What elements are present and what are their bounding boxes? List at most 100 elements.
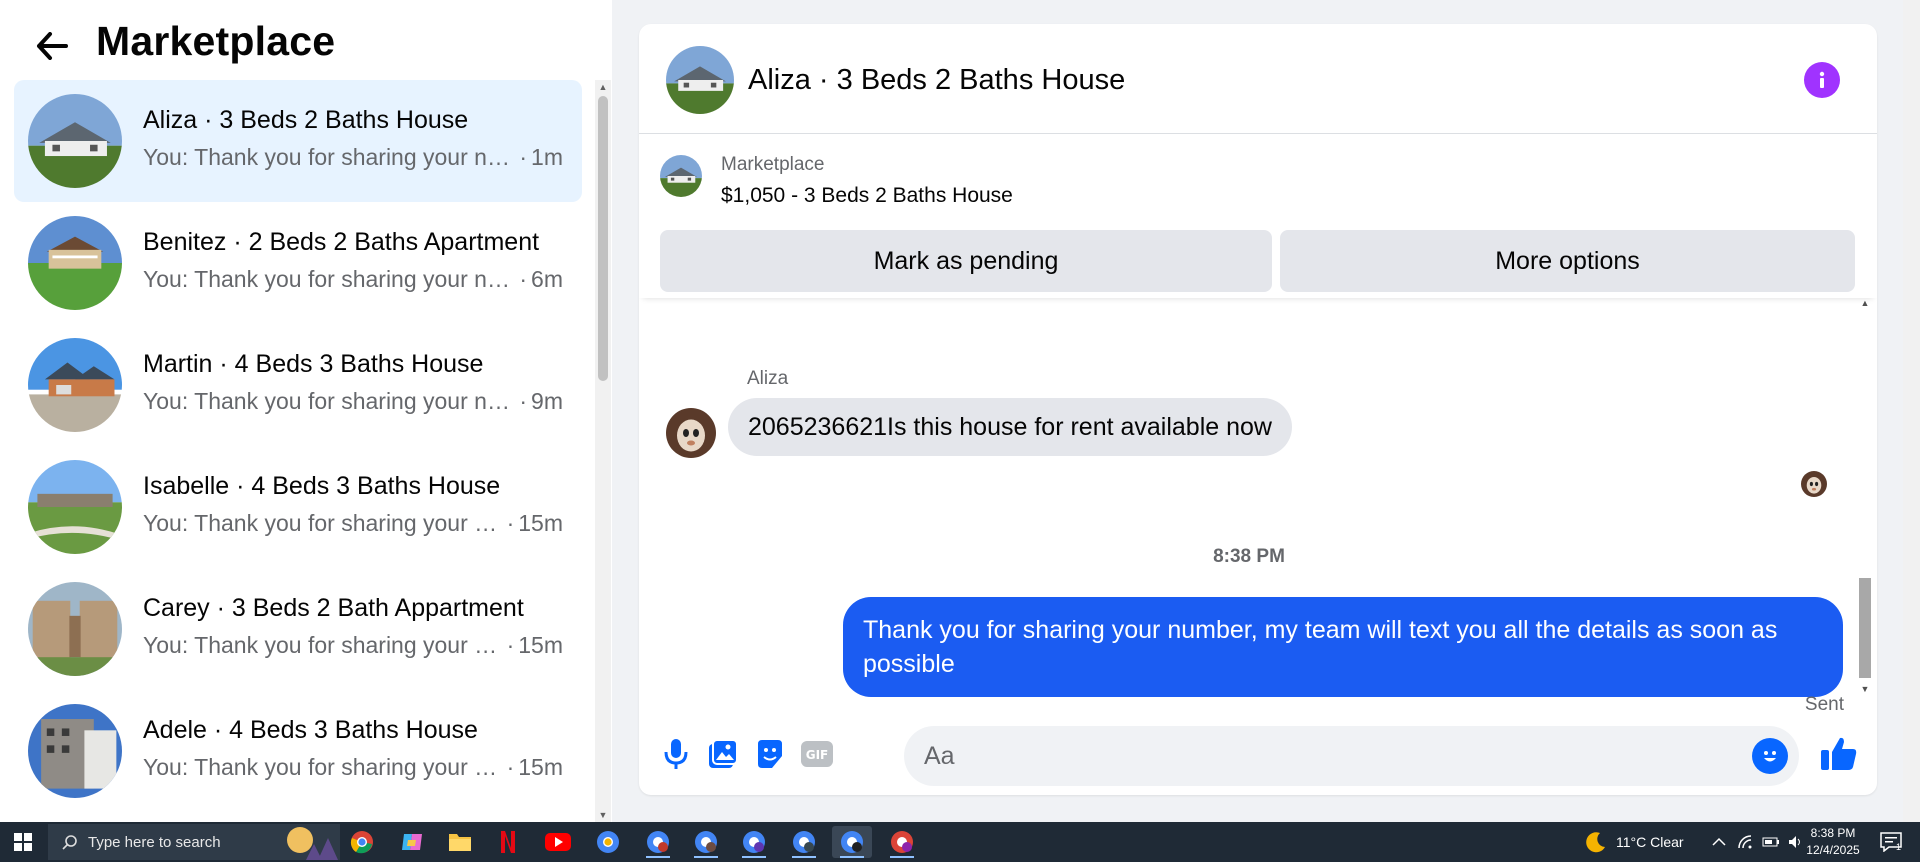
conversation-item[interactable]: Martin · 4 Beds 3 Baths House You: Thank… <box>14 324 582 446</box>
chat-header: Aliza · 3 Beds 2 Baths House <box>639 24 1877 134</box>
search-placeholder: Type here to search <box>88 833 221 851</box>
search-highlight-icon <box>287 827 338 860</box>
conversation-item[interactable]: Carey · 3 Beds 2 Bath Appartment You: Th… <box>14 568 582 690</box>
conversation-preview: You: Thank you for sharing your number, … <box>143 144 563 170</box>
conversation-name: Adele · 4 Beds 3 Baths House <box>143 716 478 744</box>
system-tray[interactable] <box>1712 822 1804 862</box>
incoming-message: 2065236621Is this house for rent availab… <box>728 398 1292 456</box>
sticker-icon[interactable] <box>750 734 790 774</box>
sidebar-scrollbar[interactable]: ▲ ▼ <box>595 80 611 822</box>
file-explorer-icon[interactable] <box>440 826 480 858</box>
conversation-preview: You: Thank you for sharing your number, … <box>143 510 563 536</box>
chrome-profile-icon[interactable] <box>784 826 824 858</box>
conversation-name: Benitez · 2 Beds 2 Baths Apartment <box>143 228 540 256</box>
conversation-time: 9m <box>531 388 563 414</box>
chat-title[interactable]: Aliza · 3 Beds 2 Baths House <box>748 64 1125 97</box>
chrome-profile-icon[interactable] <box>882 826 922 858</box>
conversation-time: 6m <box>531 266 563 292</box>
mark-as-pending-button[interactable]: Mark as pending <box>660 230 1272 292</box>
message-timestamp: 8:38 PM <box>1213 546 1285 567</box>
chat-avatar[interactable] <box>666 46 734 114</box>
conversation-item[interactable]: Isabelle · 4 Beds 3 Baths House You: Tha… <box>14 446 582 568</box>
more-options-button[interactable]: More options <box>1280 230 1855 292</box>
weather-text: 11°C Clear <box>1616 834 1684 850</box>
listing-thumbnail[interactable] <box>660 155 702 197</box>
sidebar-scroll-thumb[interactable] <box>598 96 608 381</box>
conversation-item[interactable]: Aliza · 3 Beds 2 Baths House You: Thank … <box>14 80 582 202</box>
chrome-icon[interactable] <box>342 826 382 858</box>
battery-icon <box>1762 837 1779 847</box>
listing-avatar <box>28 338 122 432</box>
page-title: Marketplace <box>96 18 336 64</box>
conversation-preview: You: Thank you for sharing your number, … <box>143 754 563 780</box>
message-thread: Aliza 2065236621Is this house for rent a… <box>639 298 1877 718</box>
emoji-icon[interactable] <box>1752 738 1788 774</box>
sender-avatar[interactable] <box>666 408 716 458</box>
thumbs-up-icon[interactable] <box>1817 732 1861 776</box>
taskbar-clock[interactable]: 8:38 PM 12/4/2025 <box>1800 825 1866 859</box>
conversation-sidebar: Marketplace Aliza · 3 Beds 2 Baths House… <box>0 0 612 822</box>
chrome-profile-icon[interactable] <box>832 826 872 858</box>
gif-icon[interactable]: GIF <box>797 734 837 774</box>
notification-count: 1 <box>1896 842 1902 852</box>
moon-icon <box>1586 832 1605 853</box>
copilot-icon[interactable] <box>392 826 432 858</box>
thread-scrollbar[interactable]: ▲ ▼ <box>1858 298 1872 698</box>
conversation-name: Carey · 3 Beds 2 Bath Appartment <box>143 594 524 622</box>
chrome-profile-icon[interactable] <box>686 826 726 858</box>
conversation-time: 15m <box>518 754 563 780</box>
listing-avatar <box>28 704 122 798</box>
listing-avatar <box>28 460 122 554</box>
listing-avatar <box>28 582 122 676</box>
scroll-up-icon[interactable]: ▲ <box>1858 298 1872 308</box>
photo-icon[interactable] <box>703 734 743 774</box>
youtube-icon[interactable] <box>538 826 578 858</box>
conversation-name: Martin · 4 Beds 3 Baths House <box>143 350 484 378</box>
message-status: Sent <box>1804 694 1844 715</box>
conversation-time: 15m <box>518 632 563 658</box>
taskbar-search[interactable]: Type here to search <box>48 824 340 860</box>
conversation-item[interactable]: Benitez · 2 Beds 2 Baths Apartment You: … <box>14 202 582 324</box>
chrome-profile-icon[interactable] <box>588 826 628 858</box>
seen-indicator-avatar <box>1801 471 1827 497</box>
weather-widget[interactable]: 11°C Clear <box>1584 822 1684 862</box>
conversation-time: 1m <box>531 144 563 170</box>
scroll-down-icon[interactable]: ▼ <box>1858 684 1872 694</box>
conversation-item[interactable]: Adele · 4 Beds 3 Baths House You: Thank … <box>14 690 582 812</box>
thread-scroll-thumb[interactable] <box>1859 578 1871 678</box>
svg-text:GIF: GIF <box>806 748 829 762</box>
netflix-icon[interactable] <box>488 826 528 858</box>
conversation-preview: You: Thank you for sharing your number, … <box>143 632 563 658</box>
page-scrollbar[interactable] <box>1903 0 1920 822</box>
chrome-profile-icon[interactable] <box>734 826 774 858</box>
listing-avatar <box>28 94 122 188</box>
network-icon <box>1738 835 1752 849</box>
listing-source-label: Marketplace <box>721 154 825 175</box>
microphone-icon[interactable] <box>656 734 696 774</box>
conversation-preview: You: Thank you for sharing your number, … <box>143 266 563 292</box>
notification-center-icon[interactable]: 1 <box>1880 822 1902 862</box>
listing-card: Marketplace $1,050 - 3 Beds 2 Baths Hous… <box>639 134 1877 298</box>
info-icon[interactable] <box>1804 62 1840 98</box>
scroll-up-icon[interactable]: ▲ <box>598 82 608 92</box>
back-arrow-icon[interactable] <box>32 26 72 66</box>
sender-name: Aliza <box>747 368 789 389</box>
message-input[interactable] <box>904 726 1799 786</box>
conversation-time: 15m <box>518 510 563 536</box>
outgoing-message: Thank you for sharing your number, my te… <box>843 597 1843 697</box>
conversation-preview: You: Thank you for sharing your number, … <box>143 388 563 414</box>
search-icon <box>62 835 77 850</box>
conversation-name: Aliza · 3 Beds 2 Baths House <box>143 106 469 134</box>
conversation-list: Aliza · 3 Beds 2 Baths House You: Thank … <box>14 80 582 812</box>
clock-date: 12/4/2025 <box>1806 843 1860 857</box>
listing-avatar <box>28 216 122 310</box>
listing-title[interactable]: $1,050 - 3 Beds 2 Baths House <box>721 184 1013 208</box>
scroll-down-icon[interactable]: ▼ <box>598 810 608 820</box>
windows-taskbar: Type here to search 11°C Clear 8:38 PM 1… <box>0 822 1920 862</box>
message-composer: GIF <box>639 718 1877 795</box>
chat-panel: Aliza · 3 Beds 2 Baths House Marketplace… <box>639 24 1877 795</box>
conversation-name: Isabelle · 4 Beds 3 Baths House <box>143 472 501 500</box>
chrome-profile-icon[interactable] <box>638 826 678 858</box>
clock-time: 8:38 PM <box>1810 826 1856 840</box>
windows-start-icon[interactable] <box>0 822 46 862</box>
